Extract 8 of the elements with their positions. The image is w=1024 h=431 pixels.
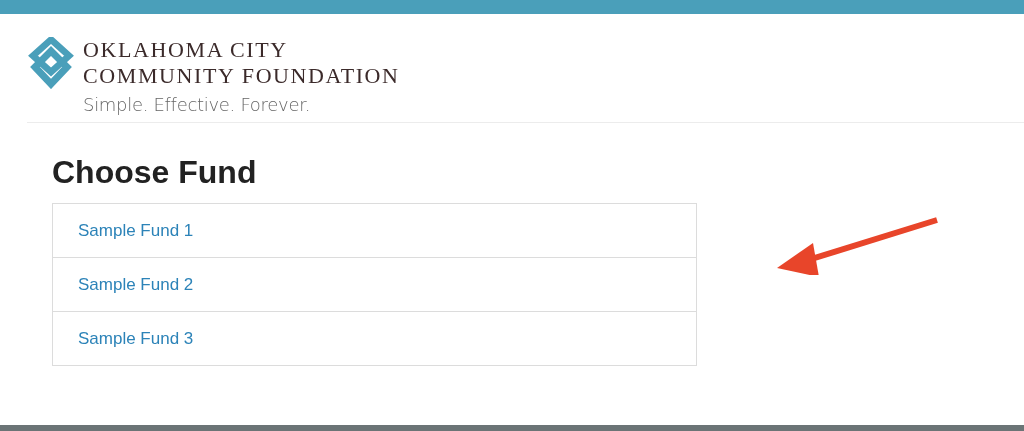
- page-title: Choose Fund: [52, 153, 258, 191]
- tagline: Simple. Effective. Forever.: [83, 94, 312, 115]
- fund-item[interactable]: Sample Fund 1: [53, 204, 696, 257]
- logo-icon: [27, 37, 75, 89]
- org-name: OKLAHOMA CITY: [83, 37, 289, 63]
- fund-item[interactable]: Sample Fund 2: [53, 257, 696, 311]
- fund-item[interactable]: Sample Fund 3: [53, 311, 696, 365]
- org-name: COMMUNITY FOUNDATION: [83, 63, 400, 89]
